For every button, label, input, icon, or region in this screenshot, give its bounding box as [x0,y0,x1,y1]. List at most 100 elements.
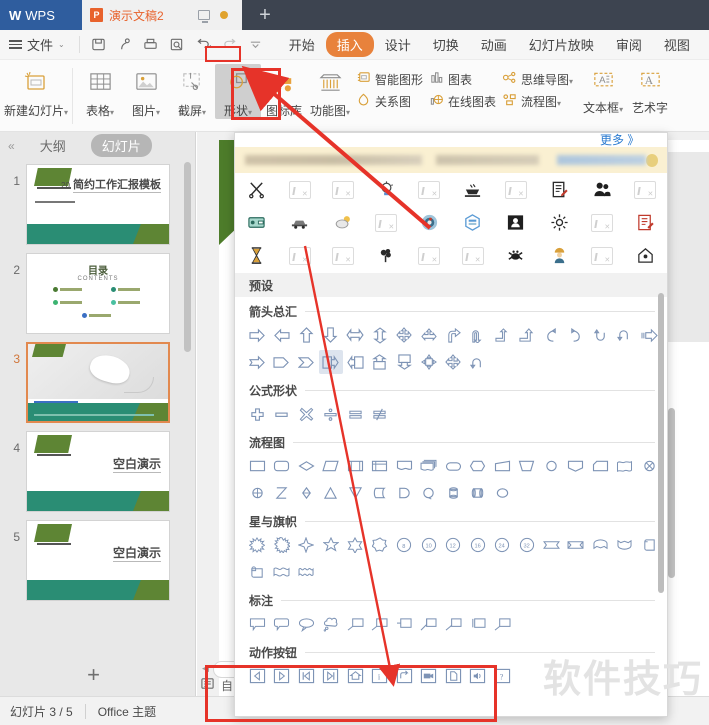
shape-seal-12[interactable]: 12 [441,533,466,557]
shape-arrow-left-right[interactable] [343,323,368,347]
missing-image-icon[interactable] [321,173,364,206]
scrollbar-thumb[interactable] [184,162,191,352]
close-icon[interactable] [645,153,658,167]
shape-down-arrow-callout[interactable] [392,350,417,374]
shape-flow-predefined-process[interactable] [343,454,368,478]
save-icon[interactable] [91,37,106,52]
sidebar-tab-outline[interactable]: 大纲 [29,134,77,157]
lightbulb-icon[interactable] [365,173,408,206]
missing-image-icon[interactable] [321,239,364,272]
shape-flow-process[interactable] [245,454,270,478]
shape-row[interactable] [235,347,667,374]
slide-area-scrollbar[interactable] [668,408,675,578]
shape-chevron[interactable] [294,350,319,374]
tab-design[interactable]: 设计 [374,32,422,57]
shape-seal-8[interactable]: 8 [392,533,417,557]
shape-row[interactable]: 8 10 12 16 24 32 [235,530,667,557]
sidebar-tab-slides[interactable]: 幻灯片 [90,134,152,157]
online-chart-button[interactable]: 在线图表 [429,92,496,110]
shape-seal-16[interactable]: 16 [466,533,491,557]
shape-line-callout-bordered-2[interactable] [441,612,466,636]
icon-gallery[interactable] [235,173,667,273]
shape-row[interactable] [235,478,667,505]
shape-flow-manual-input[interactable] [490,454,515,478]
crab-icon[interactable] [494,239,537,272]
picture-button[interactable]: 图片▾ [123,64,169,119]
shape-curved-ribbon-up[interactable] [588,533,613,557]
hexagon-layers-icon[interactable] [451,206,494,239]
weather-cloud-sun-icon[interactable] [321,206,364,239]
collapse-panel-icon[interactable]: « [8,139,15,153]
missing-image-icon[interactable] [408,239,451,272]
shape-arrow-tri[interactable] [417,323,442,347]
slide-thumbnail[interactable]: 目录 CONTENTS [26,253,170,334]
shape-flow-sort[interactable] [294,481,319,505]
shape-curved-arrow-right[interactable] [564,323,589,347]
shape-flow-data[interactable] [319,454,344,478]
shape-u-turn-arrow[interactable] [466,323,491,347]
slide-thumbnail-selected[interactable] [26,342,170,423]
slide-thumbnail[interactable]: 空白演示 [26,520,170,601]
missing-image-icon[interactable] [581,206,624,239]
new-slide-button[interactable]: 新建幻灯片▾ [4,64,68,119]
shape-multiply[interactable] [294,402,319,426]
shape-flow-merge[interactable] [343,481,368,505]
shape-right-arrow-callout[interactable] [318,350,343,374]
shape-flow-decision[interactable] [294,454,319,478]
missing-image-icon[interactable] [365,206,408,239]
shape-line-callout-accent[interactable] [466,612,491,636]
panel-scrollbar-thumb[interactable] [658,293,664,593]
shape-arrow-up[interactable] [294,323,319,347]
document-tab[interactable]: P 演示文稿2 [82,0,242,30]
missing-image-icon[interactable] [581,239,624,272]
sun-burst-icon[interactable] [537,206,580,239]
shape-arrow-down[interactable] [319,323,344,347]
shape-flow-multidocument[interactable] [417,454,442,478]
shape-divide[interactable] [319,402,344,426]
shape-arrow-quad[interactable] [392,323,417,347]
shape-flow-collate[interactable] [270,481,295,505]
monitor-icon[interactable] [198,10,210,23]
shape-up-arrow-callout[interactable] [368,350,393,374]
shape-seal-24[interactable]: 24 [490,533,515,557]
print-icon[interactable] [143,37,158,52]
shape-equal[interactable] [343,402,368,426]
relation-chart-button[interactable]: 关系图 [356,92,423,110]
shape-rect-callout[interactable] [245,612,270,636]
missing-image-icon[interactable] [278,239,321,272]
people-icon[interactable] [581,173,624,206]
shape-flow-or[interactable] [245,481,270,505]
wallet-icon[interactable] [235,206,278,239]
shape-flow-connector[interactable] [539,454,564,478]
shape-star-7[interactable] [368,533,393,557]
shape-row[interactable] [235,399,667,426]
shapes-dropdown-panel[interactable]: 预设 箭头总汇 [234,132,668,717]
shape-flow-offpage-connector[interactable] [564,454,589,478]
sidebar-scrollbar[interactable] [184,162,191,646]
shape-bent-up-arrow[interactable] [515,323,540,347]
shape-horizontal-scroll[interactable] [245,560,270,584]
shape-circular-arrow[interactable] [588,323,613,347]
car-icon[interactable] [278,206,321,239]
home-lock-icon[interactable] [624,239,667,272]
tab-insert[interactable]: 插入 [325,32,374,57]
customize-toolbar-icon[interactable] [249,38,262,51]
add-slide-button[interactable]: + [0,660,187,690]
scissors-icon[interactable] [235,173,278,206]
flowchart-button[interactable]: 流程图▾ [502,92,573,110]
textbox-button[interactable]: A 文本框▾ [576,64,630,116]
tab-review[interactable]: 审阅 [605,32,653,57]
table-button[interactable]: 表格▾ [77,64,123,119]
shape-flow-internal-storage[interactable] [368,454,393,478]
target-icon[interactable] [408,206,451,239]
tab-view[interactable]: 视图 [653,32,701,57]
shape-flow-delay[interactable] [392,481,417,505]
tab-transition[interactable]: 切换 [422,32,470,57]
shape-cloud-callout[interactable] [319,612,344,636]
shape-line-callout-3[interactable] [392,612,417,636]
smartart-button[interactable]: 智能图形 [356,70,423,88]
list-item[interactable]: 3 [0,337,195,426]
shape-line-callout-1[interactable] [343,612,368,636]
shape-curved-ribbon-down[interactable] [613,533,638,557]
missing-image-icon[interactable] [494,173,537,206]
